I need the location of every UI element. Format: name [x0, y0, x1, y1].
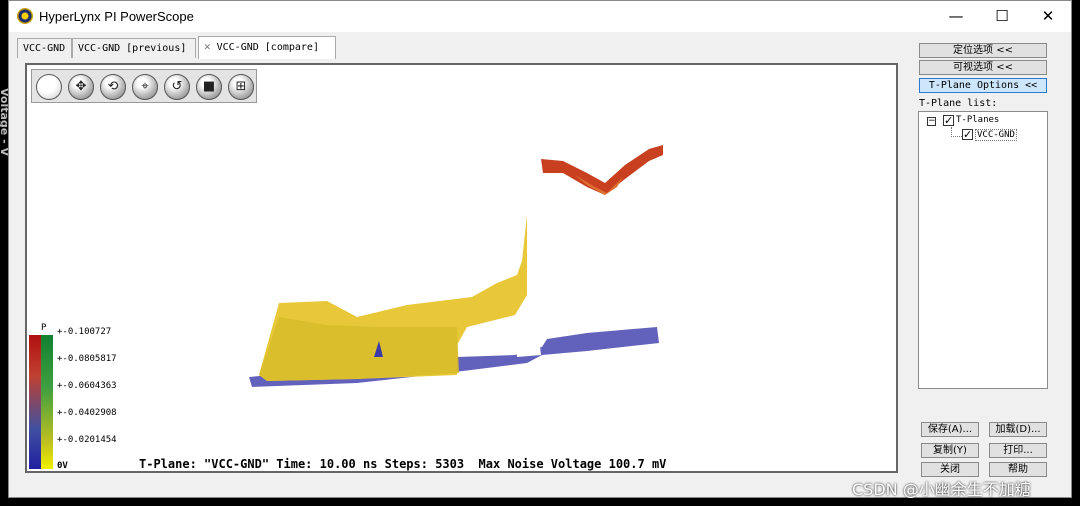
plane-gap-white — [515, 337, 541, 357]
tree-root-label[interactable]: T-Planes — [956, 115, 999, 125]
legend-color-bar-v — [41, 335, 53, 469]
legend-label: 0V — [57, 461, 68, 471]
tree-child-label[interactable]: VCC-GND — [975, 129, 1017, 141]
tplane-tree[interactable]: − ✓ T-Planes ✓ VCC-GND — [918, 111, 1048, 389]
tab-label: VCC-GND [compare] — [216, 42, 319, 53]
positioning-options-button[interactable]: 定位选项 << — [919, 43, 1047, 58]
print-button[interactable]: 打印... — [989, 443, 1047, 458]
tree-connector — [951, 127, 962, 137]
plane-peak-red — [541, 145, 663, 195]
tree-collapse-icon[interactable]: − — [927, 117, 936, 126]
help-button[interactable]: 帮助 — [989, 462, 1047, 477]
legend-label: +-0.0201454 — [57, 435, 117, 445]
zoom-icon[interactable]: ⌖ — [132, 74, 158, 100]
close-window-button[interactable]: ✕ — [1025, 1, 1071, 32]
stop-icon[interactable]: ■ — [196, 74, 222, 100]
legend-label: +-0.100727 — [57, 327, 112, 337]
tab-label: VCC-GND [previous] — [78, 43, 187, 54]
tree-child-checkbox[interactable]: ✓ — [962, 129, 973, 140]
window-title: HyperLynx PI PowerScope — [39, 9, 194, 24]
powerscope-window: HyperLynx PI PowerScope — ☐ ✕ VCC-GND VC… — [8, 0, 1072, 498]
tplane-options-button[interactable]: T-Plane Options << — [919, 78, 1047, 93]
legend-color-bar-p — [29, 335, 41, 469]
maximize-button[interactable]: ☐ — [979, 1, 1025, 32]
3d-viewport[interactable]: ✥ ⟲ ⌖ ↺ ■ ⊞ P +-0.100727 +-0.0805817 +-0… — [25, 63, 898, 473]
legend-label: +-0.0805817 — [57, 354, 117, 364]
fit-icon[interactable]: ⊞ — [228, 74, 254, 100]
tab-label: VCC-GND — [23, 43, 66, 54]
legend-label: +-0.0604363 — [57, 381, 117, 391]
watermark-text: CSDN @小幽余生不加糖 — [852, 480, 1031, 499]
status-line: T-Plane: "VCC-GND" Time: 10.00 ns Steps:… — [139, 457, 667, 471]
legend-label: +-0.0402908 — [57, 408, 117, 418]
tplane-list-label: T-Plane list: — [919, 98, 998, 109]
tab-vcc-gnd-compare[interactable]: ✕ VCC-GND [compare] — [198, 36, 336, 59]
legend-header: P — [41, 323, 47, 333]
circle-icon[interactable] — [36, 74, 62, 100]
tree-root-checkbox[interactable]: ✓ — [943, 115, 954, 126]
noise-surface-plot[interactable] — [27, 65, 896, 471]
app-logo-icon — [17, 8, 33, 24]
title-bar[interactable]: HyperLynx PI PowerScope — ☐ ✕ — [9, 1, 1071, 32]
close-button[interactable]: 关闭 — [921, 462, 979, 477]
tab-vcc-gnd[interactable]: VCC-GND — [17, 38, 72, 58]
save-button[interactable]: 保存(A)... — [921, 422, 979, 437]
view-toolbar: ✥ ⟲ ⌖ ↺ ■ ⊞ — [31, 69, 257, 103]
tab-close-icon[interactable]: ✕ — [204, 40, 211, 53]
copy-button[interactable]: 复制(Y) — [921, 443, 979, 458]
pan-icon[interactable]: ✥ — [68, 74, 94, 100]
load-button[interactable]: 加载(D)... — [989, 422, 1047, 437]
visual-options-button[interactable]: 可视选项 << — [919, 60, 1047, 75]
minimize-button[interactable]: — — [933, 1, 979, 32]
rotate-icon[interactable]: ⟲ — [100, 74, 126, 100]
reset-icon[interactable]: ↺ — [164, 74, 190, 100]
tab-vcc-gnd-previous[interactable]: VCC-GND [previous] — [72, 38, 196, 58]
